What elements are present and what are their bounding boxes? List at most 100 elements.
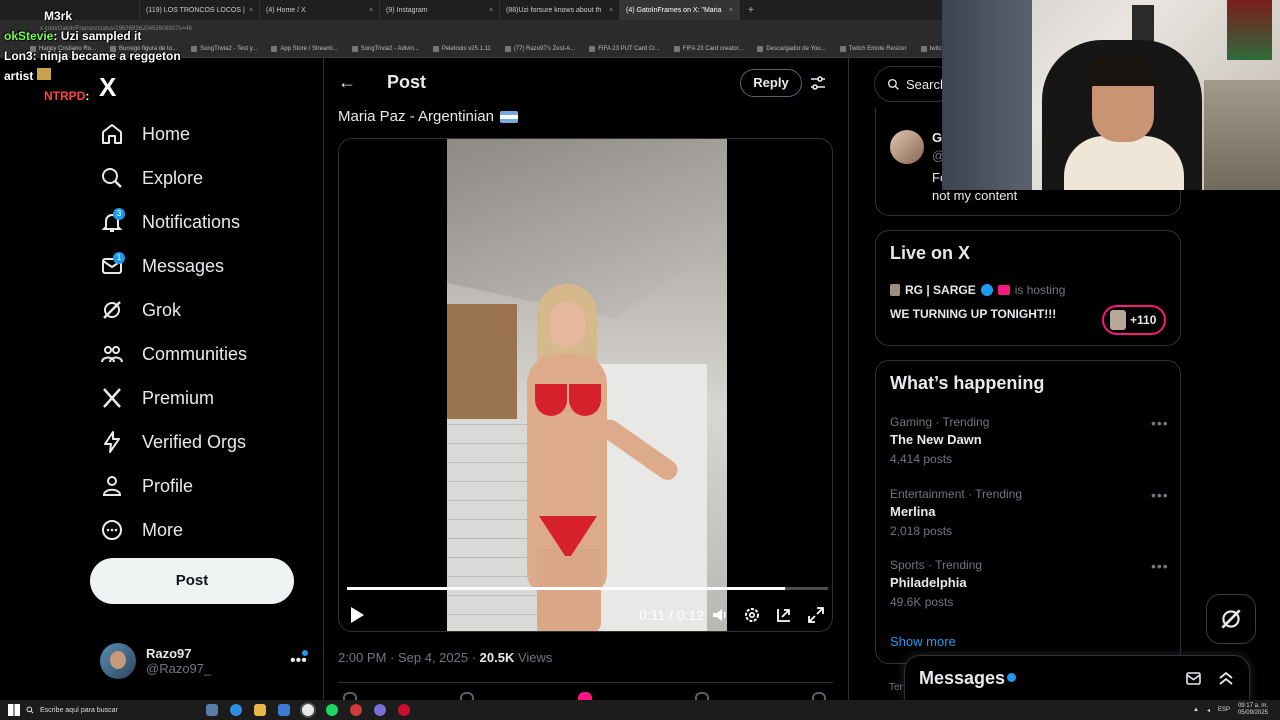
avatar bbox=[890, 130, 924, 164]
live-badge-icon bbox=[997, 285, 1010, 295]
grok-button[interactable] bbox=[1206, 594, 1256, 644]
taskbar-apps bbox=[206, 704, 410, 716]
chrome-icon[interactable] bbox=[302, 704, 314, 716]
windows-taskbar: Escribe aquí para buscar ▲ ◂ ESP 09:17 a… bbox=[0, 700, 1280, 720]
task-view-icon[interactable] bbox=[206, 704, 218, 716]
verified-badge-icon bbox=[980, 284, 993, 296]
bookmark[interactable]: FIFA 23 PUT Card Cr... bbox=[589, 45, 660, 52]
messages-badge: 1 bbox=[113, 252, 125, 264]
terms-link[interactable]: Ter bbox=[889, 682, 903, 693]
person-icon bbox=[102, 476, 122, 496]
column-divider bbox=[848, 58, 849, 700]
like-icon[interactable] bbox=[578, 692, 592, 700]
play-icon[interactable] bbox=[351, 607, 364, 623]
video-progress-bar[interactable] bbox=[347, 587, 828, 590]
close-tab-icon[interactable]: × bbox=[249, 7, 253, 14]
new-message-icon[interactable] bbox=[1185, 670, 1203, 688]
bookmark[interactable]: SongTrivia2 - Adivin... bbox=[351, 45, 419, 52]
bookmark-icon[interactable] bbox=[695, 692, 709, 700]
bookmark[interactable]: Descargador de You... bbox=[757, 45, 826, 52]
sidebar-item-grok[interactable]: Grok bbox=[100, 288, 247, 332]
spotify-icon[interactable] bbox=[326, 704, 338, 716]
file-explorer-icon[interactable] bbox=[254, 704, 266, 716]
windows-start-icon[interactable] bbox=[8, 704, 20, 716]
host-avatar bbox=[890, 284, 900, 296]
reply-button[interactable]: Reply bbox=[740, 69, 802, 97]
sidebar-item-home[interactable]: Home bbox=[100, 112, 247, 156]
speaker-icon[interactable]: ◂ bbox=[1207, 707, 1210, 714]
mail-app-icon[interactable] bbox=[278, 704, 290, 716]
trend-item[interactable]: Gaming · Trending The New Dawn 4,414 pos… bbox=[890, 415, 989, 466]
bookmark[interactable]: SongTrivia2 - Test y... bbox=[191, 45, 257, 52]
reply-icon[interactable] bbox=[343, 692, 357, 700]
repost-icon[interactable] bbox=[460, 692, 474, 700]
messages-drawer[interactable]: Messages bbox=[904, 655, 1250, 700]
more-dots-icon[interactable]: ••• bbox=[1151, 415, 1169, 431]
account-switcher[interactable]: Razo97 @Razo97_ bbox=[100, 643, 211, 679]
profile-name: Razo97 bbox=[146, 646, 192, 661]
sidebar-item-premium[interactable]: Premium bbox=[100, 376, 247, 420]
browser-tab-active[interactable]: (4) GatoInFrames on X: "Maria × bbox=[620, 0, 740, 20]
webcam-streamer-body bbox=[1064, 136, 1184, 190]
fullscreen-icon[interactable] bbox=[807, 606, 825, 624]
back-arrow-icon[interactable]: ← bbox=[338, 72, 356, 93]
sidebar-item-notifications[interactable]: 3 Notifications bbox=[100, 200, 247, 244]
picture-in-picture-icon[interactable] bbox=[775, 606, 793, 624]
sidebar-item-communities[interactable]: Communities bbox=[100, 332, 247, 376]
browser-tab[interactable]: (9) Instagram × bbox=[380, 0, 500, 20]
home-icon bbox=[102, 124, 122, 144]
discord-icon[interactable] bbox=[374, 704, 386, 716]
unread-dot bbox=[1007, 673, 1016, 682]
taskbar-search-input[interactable]: Escribe aquí para buscar bbox=[26, 706, 176, 714]
bookmark[interactable]: App Store / Streami... bbox=[271, 45, 338, 52]
live-host-line[interactable]: RG | SARGE is hosting bbox=[890, 283, 1065, 297]
avatar bbox=[100, 643, 136, 679]
sidebar-item-messages[interactable]: 1 Messages bbox=[100, 244, 247, 288]
clock[interactable]: 09:17 a. m. 05/09/2025 bbox=[1238, 703, 1268, 717]
volume-icon[interactable] bbox=[711, 606, 729, 624]
sidebar-item-profile[interactable]: Profile bbox=[100, 464, 247, 508]
chevron-up-icon[interactable] bbox=[1217, 669, 1235, 687]
chat-line: okStevie: Uzi sampled it bbox=[4, 29, 142, 43]
sidebar-item-explore[interactable]: Explore bbox=[100, 156, 247, 200]
trend-item[interactable]: Sports · Trending Philadelphia 49.6K pos… bbox=[890, 558, 982, 609]
close-tab-icon[interactable]: × bbox=[489, 7, 493, 14]
video-time: 0:11 / 0:12 bbox=[639, 607, 705, 623]
bookmark[interactable]: Twitch Emote Resizer bbox=[839, 45, 907, 52]
obs-icon[interactable] bbox=[350, 704, 362, 716]
edge-icon[interactable] bbox=[230, 704, 242, 716]
sliders-icon[interactable] bbox=[810, 75, 826, 91]
bookmark[interactable]: Peletools v25.1.11 bbox=[432, 45, 491, 52]
show-more-link[interactable]: Show more bbox=[890, 634, 956, 649]
bookmark[interactable]: FIFA 23 Card creator... bbox=[673, 45, 743, 52]
close-tab-icon[interactable]: × bbox=[729, 7, 733, 14]
grok-icon bbox=[103, 301, 121, 319]
close-tab-icon[interactable]: × bbox=[369, 7, 373, 14]
chat-line: NTRPD: bbox=[44, 89, 90, 103]
share-icon[interactable] bbox=[812, 692, 826, 700]
video-person bbox=[507, 284, 682, 631]
network-icon[interactable]: ▲ bbox=[1193, 707, 1199, 713]
post-button[interactable]: Post bbox=[90, 558, 294, 604]
browser-tab[interactable]: (4) Home / X × bbox=[260, 0, 380, 20]
more-dots-icon[interactable]: ••• bbox=[1151, 558, 1169, 574]
unread-dot bbox=[302, 650, 308, 656]
more-dots-icon[interactable]: ••• bbox=[1151, 487, 1169, 503]
search-icon bbox=[102, 168, 122, 188]
video-progress-fill bbox=[347, 587, 785, 590]
settings-gear-icon[interactable] bbox=[743, 606, 761, 624]
new-tab-icon[interactable]: + bbox=[740, 5, 762, 16]
sidebar-item-verified-orgs[interactable]: Verified Orgs bbox=[100, 420, 247, 464]
trend-item[interactable]: Entertainment · Trending Merlina 2,018 p… bbox=[890, 487, 1022, 538]
browser-tab[interactable]: (88)Uzi forsure knows about th × bbox=[500, 0, 620, 20]
sidebar-item-more[interactable]: More bbox=[100, 508, 247, 552]
video-player[interactable]: 0:11 / 0:12 bbox=[338, 138, 833, 632]
listeners-pill[interactable]: +110 bbox=[1102, 305, 1166, 335]
sidebar-nav: Home Explore 3 Notifications 1 Messages … bbox=[100, 112, 247, 552]
close-tab-icon[interactable]: × bbox=[609, 7, 613, 14]
live-stream-title[interactable]: WE TURNING UP TONIGHT!!! bbox=[890, 307, 1056, 321]
bookmark[interactable]: (77) Razo97's Zest-A... bbox=[504, 45, 575, 52]
language-indicator[interactable]: ESP bbox=[1218, 707, 1230, 713]
opera-icon[interactable] bbox=[398, 704, 410, 716]
webcam-poster bbox=[1227, 0, 1272, 60]
